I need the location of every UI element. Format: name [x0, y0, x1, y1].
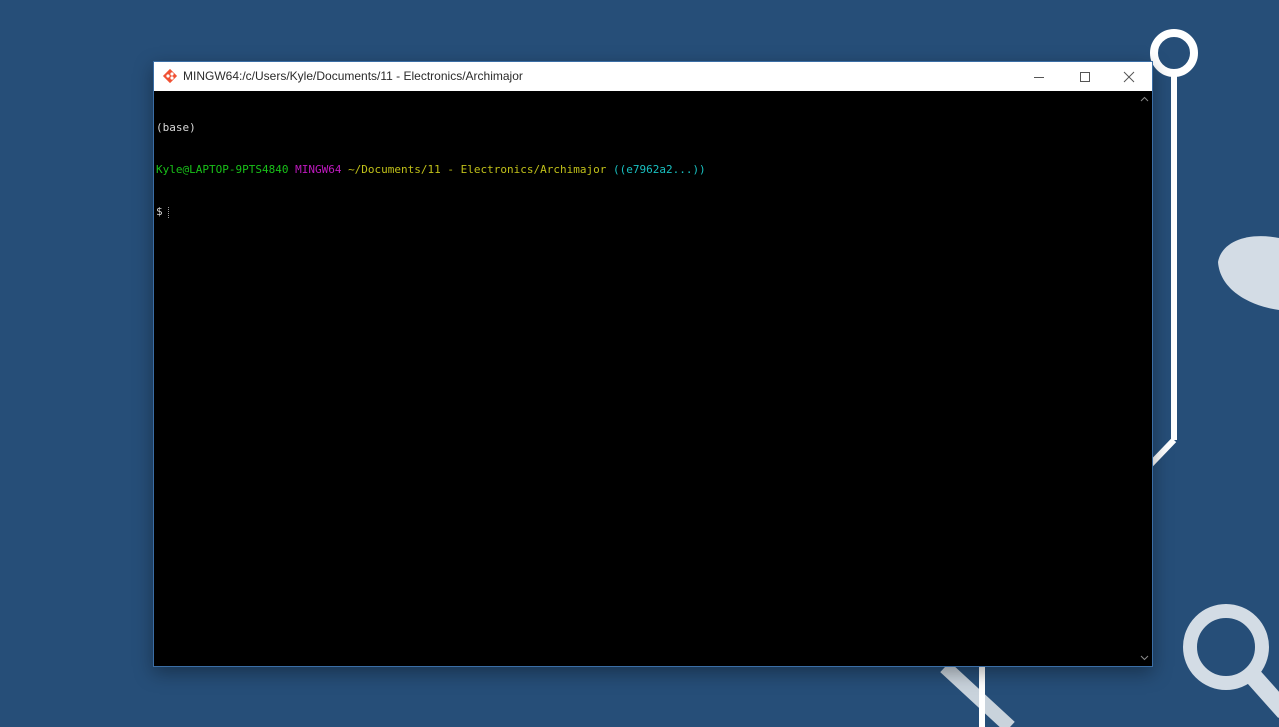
- circuit-lines-bottom: [940, 661, 1015, 727]
- chevron-down-icon: [1140, 655, 1148, 661]
- terminal-window: MINGW64:/c/Users/Kyle/Documents/11 - Ele…: [153, 61, 1153, 667]
- search-magnifier-icon: [1183, 604, 1279, 718]
- desktop: MINGW64:/c/Users/Kyle/Documents/11 - Ele…: [0, 0, 1279, 727]
- maximize-icon: [1080, 71, 1090, 82]
- prompt-path: ~/Documents/11 - Electronics/Archimajor: [348, 163, 607, 176]
- close-icon: [1123, 71, 1135, 82]
- scroll-up-button[interactable]: [1136, 91, 1152, 107]
- circuit-node-icon: [1147, 29, 1198, 468]
- title-bar[interactable]: MINGW64:/c/Users/Kyle/Documents/11 - Ele…: [154, 62, 1152, 91]
- minimize-button[interactable]: [1016, 62, 1062, 91]
- maximize-button[interactable]: [1062, 62, 1108, 91]
- scroll-down-button[interactable]: [1136, 650, 1152, 666]
- terminal-output[interactable]: (base) Kyle@LAPTOP-9PTS4840 MINGW64 ~/Do…: [154, 91, 1136, 666]
- leaf-icon: [1218, 236, 1279, 310]
- prompt-line: Kyle@LAPTOP-9PTS4840 MINGW64 ~/Documents…: [156, 163, 1136, 177]
- prompt-user-host: Kyle@LAPTOP-9PTS4840: [156, 163, 289, 176]
- git-bash-icon: [162, 68, 178, 84]
- text-cursor: [167, 206, 175, 218]
- input-prefix: $: [156, 205, 163, 218]
- minimize-icon: [1034, 76, 1044, 78]
- chevron-up-icon: [1140, 96, 1148, 102]
- prompt-system: MINGW64: [295, 163, 342, 176]
- env-line: (base): [156, 121, 196, 134]
- input-line[interactable]: $: [156, 205, 1136, 219]
- close-button[interactable]: [1106, 62, 1152, 91]
- prompt-branch: ((e7962a2...)): [612, 163, 706, 176]
- vertical-scrollbar[interactable]: [1136, 91, 1152, 666]
- window-title: MINGW64:/c/Users/Kyle/Documents/11 - Ele…: [183, 69, 523, 83]
